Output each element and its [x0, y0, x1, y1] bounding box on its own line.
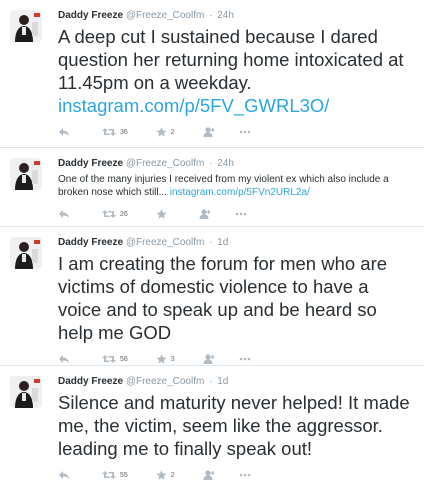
- avatar[interactable]: [10, 237, 42, 269]
- tweet-link[interactable]: instagram.com/p/5FVn2URL2a/: [170, 187, 310, 198]
- author-handle[interactable]: @Freeze_Coolfm: [126, 158, 205, 169]
- tweet-text: I am creating the forum for men who are …: [58, 252, 416, 344]
- separator: ·: [209, 237, 213, 248]
- star-icon: [156, 470, 167, 480]
- tweet-body: A deep cut I sustained because I dared q…: [58, 26, 404, 93]
- tweet-actions: 36 2: [58, 124, 416, 140]
- tweet[interactable]: Daddy Freeze @Freeze_Coolfm · 24h A deep…: [0, 0, 424, 148]
- retweet-count: 58: [120, 355, 128, 363]
- retweet-button[interactable]: 36: [102, 127, 128, 137]
- tweet-text: One of the many injuries I received from…: [58, 173, 416, 199]
- retweet-button[interactable]: 26: [102, 209, 128, 219]
- separator: ·: [209, 10, 213, 21]
- avatar-image: [10, 237, 42, 269]
- tweet[interactable]: Daddy Freeze @Freeze_Coolfm · 1d Silence…: [0, 366, 424, 480]
- reply-button[interactable]: [58, 127, 70, 137]
- follow-button[interactable]: [203, 470, 215, 480]
- timestamp[interactable]: 24h: [217, 158, 234, 169]
- author-name[interactable]: Daddy Freeze: [58, 158, 123, 169]
- follow-button[interactable]: [203, 354, 215, 364]
- more-button[interactable]: [239, 473, 251, 477]
- avatar-image: [10, 376, 42, 408]
- avatar[interactable]: [10, 10, 42, 42]
- follow-icon: [199, 209, 211, 219]
- star-icon: [156, 209, 167, 219]
- retweet-count: 36: [120, 128, 128, 136]
- favorite-count: 3: [170, 355, 175, 363]
- favorite-button[interactable]: 2: [156, 470, 175, 480]
- more-icon: [239, 357, 251, 361]
- author-name[interactable]: Daddy Freeze: [58, 10, 123, 21]
- retweet-button[interactable]: 58: [102, 354, 128, 364]
- timestamp[interactable]: 1d: [217, 237, 228, 248]
- tweet-actions: 26: [58, 206, 416, 222]
- author-handle[interactable]: @Freeze_Coolfm: [126, 237, 205, 248]
- favorite-button[interactable]: [156, 209, 171, 219]
- more-button[interactable]: [235, 212, 247, 216]
- tweet-body: I am creating the forum for men who are …: [58, 253, 388, 343]
- star-icon: [156, 354, 167, 364]
- retweet-icon: [102, 210, 116, 218]
- retweet-icon: [102, 471, 116, 479]
- star-icon: [156, 127, 167, 137]
- tweet-timeline: Daddy Freeze @Freeze_Coolfm · 24h A deep…: [0, 0, 424, 480]
- more-button[interactable]: [239, 130, 251, 134]
- timestamp[interactable]: 24h: [217, 10, 234, 21]
- reply-icon: [59, 128, 69, 136]
- reply-icon: [59, 471, 69, 479]
- retweet-count: 26: [120, 210, 128, 218]
- follow-button[interactable]: [203, 127, 215, 137]
- tweet[interactable]: Daddy Freeze @Freeze_Coolfm · 1d I am cr…: [0, 227, 424, 366]
- favorite-button[interactable]: 3: [156, 354, 175, 364]
- follow-button[interactable]: [199, 209, 211, 219]
- timestamp[interactable]: 1d: [217, 376, 228, 387]
- author-handle[interactable]: @Freeze_Coolfm: [126, 10, 205, 21]
- reply-icon: [59, 210, 69, 218]
- author-name[interactable]: Daddy Freeze: [58, 237, 123, 248]
- author-handle[interactable]: @Freeze_Coolfm: [126, 376, 205, 387]
- favorite-count: 2: [170, 128, 175, 136]
- retweet-icon: [102, 355, 116, 363]
- tweet-actions: 58 3: [58, 351, 416, 367]
- reply-button[interactable]: [58, 470, 70, 480]
- avatar-image: [10, 10, 42, 42]
- separator: ·: [209, 376, 213, 387]
- retweet-count: 55: [120, 471, 128, 479]
- avatar[interactable]: [10, 158, 42, 190]
- more-icon: [235, 212, 247, 216]
- reply-button[interactable]: [58, 209, 70, 219]
- tweet-actions: 55 2: [58, 467, 416, 483]
- tweet-link[interactable]: instagram.com/p/5FV_GWRL3O/: [58, 95, 329, 116]
- follow-icon: [203, 354, 215, 364]
- more-button[interactable]: [239, 357, 251, 361]
- favorite-count: 2: [170, 471, 175, 479]
- more-icon: [239, 130, 251, 134]
- retweet-icon: [102, 128, 116, 136]
- avatar[interactable]: [10, 376, 42, 408]
- tweet-text: A deep cut I sustained because I dared q…: [58, 25, 416, 117]
- tweet-body: Silence and maturity never helped! It ma…: [58, 392, 410, 459]
- reply-icon: [59, 355, 69, 363]
- favorite-button[interactable]: 2: [156, 127, 175, 137]
- follow-icon: [203, 470, 215, 480]
- tweet-text: Silence and maturity never helped! It ma…: [58, 391, 416, 460]
- separator: ·: [209, 158, 213, 169]
- avatar-image: [10, 158, 42, 190]
- retweet-button[interactable]: 55: [102, 470, 128, 480]
- author-name[interactable]: Daddy Freeze: [58, 376, 123, 387]
- more-icon: [239, 473, 251, 477]
- follow-icon: [203, 127, 215, 137]
- tweet[interactable]: Daddy Freeze @Freeze_Coolfm · 24h One of…: [0, 148, 424, 227]
- reply-button[interactable]: [58, 354, 70, 364]
